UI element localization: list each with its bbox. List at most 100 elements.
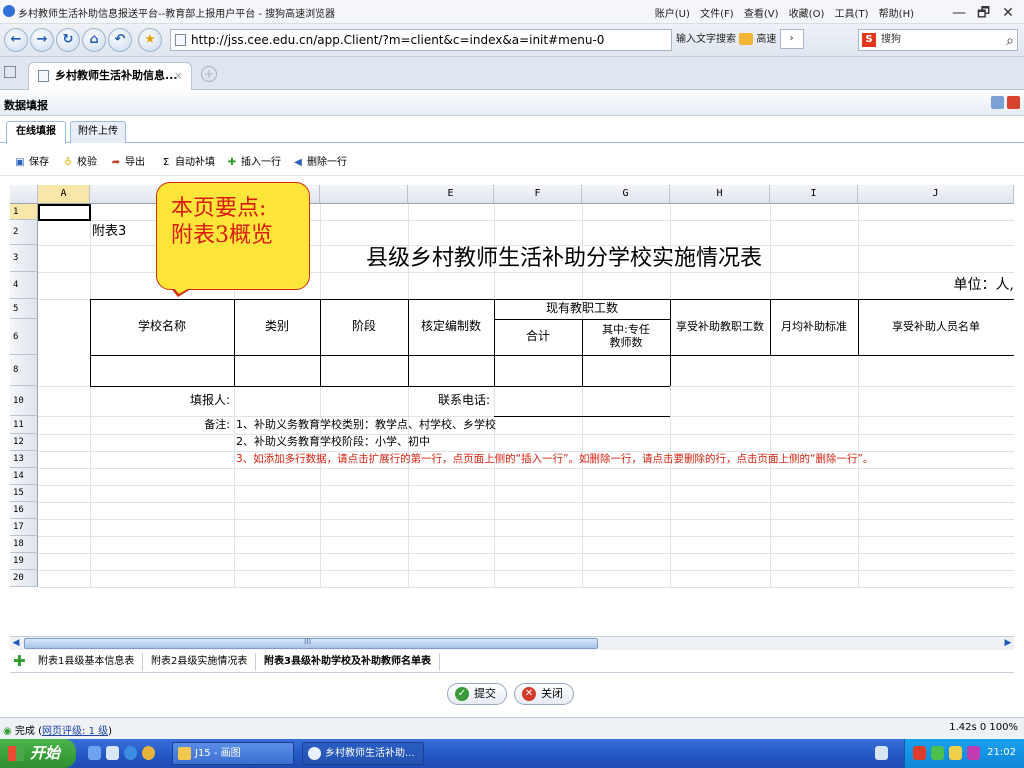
autofill-button[interactable]: Σ 自动补填 <box>160 153 215 168</box>
row-header[interactable]: 1 <box>10 204 38 220</box>
keyboard-icon[interactable] <box>875 746 888 760</box>
close-button[interactable]: ✕ 关闭 <box>514 683 574 705</box>
column-header-a[interactable]: A <box>38 185 90 204</box>
save-button[interactable]: ▣ 保存 <box>14 153 49 168</box>
search-box[interactable]: S 搜狗 ⌕ <box>858 29 1018 51</box>
taskbar-item-paint[interactable]: J15 - 画图 <box>172 742 294 765</box>
active-cell[interactable] <box>38 204 91 221</box>
tray-volume-icon[interactable] <box>949 746 962 760</box>
scroll-left-icon[interactable]: ◀ <box>10 637 22 650</box>
address-bar[interactable]: http://jss.cee.edu.cn/app.Client/?m=clie… <box>170 29 672 51</box>
tray-security-icon[interactable] <box>913 746 926 760</box>
input-school-name[interactable] <box>90 356 234 386</box>
row-header[interactable]: 15 <box>10 485 38 502</box>
row-header[interactable]: 12 <box>10 434 38 451</box>
taskbar-item-browser[interactable]: 乡村教师生活补助... <box>302 742 424 765</box>
validate-button[interactable]: ♁ 校验 <box>62 153 97 168</box>
input-stage[interactable] <box>320 356 408 386</box>
home-icon[interactable]: ⌂ <box>82 28 106 52</box>
page-rating-link[interactable]: 网页评级: 1 级 <box>42 726 108 737</box>
column-header-h[interactable]: H <box>670 185 770 204</box>
insert-row-button[interactable]: ✚ 插入一行 <box>226 153 281 168</box>
row-header[interactable]: 13 <box>10 451 38 468</box>
input-category[interactable] <box>234 356 320 386</box>
menu-help[interactable]: 帮助(H) <box>879 9 914 20</box>
menu-view[interactable]: 查看(V) <box>744 9 779 20</box>
export-button[interactable]: ➦ 导出 <box>110 153 145 168</box>
submit-button[interactable]: ✓ 提交 <box>447 683 507 705</box>
refresh-icon[interactable]: ↻ <box>56 28 80 52</box>
column-header-f[interactable]: F <box>494 185 582 204</box>
header-monthly-standard: 月均补助标准 <box>781 319 847 333</box>
tab-online-fill[interactable]: 在线填报 <box>6 121 66 144</box>
add-sheet-icon[interactable]: ✚ <box>13 652 26 670</box>
quicklaunch-ie-icon[interactable] <box>124 746 137 760</box>
close-panel-icon[interactable] <box>1007 96 1020 109</box>
forward-arrow-button[interactable]: › <box>779 29 804 49</box>
sheet-corner[interactable] <box>10 185 38 204</box>
row-header[interactable]: 5 <box>10 299 38 319</box>
row-header[interactable]: 4 <box>10 272 38 299</box>
row-header[interactable]: 11 <box>10 416 38 434</box>
input-total[interactable] <box>494 356 582 386</box>
speed-mode[interactable]: 高速 <box>756 34 776 45</box>
column-header-i[interactable]: I <box>770 185 858 204</box>
column-header-j[interactable]: J <box>858 185 1014 204</box>
sheet-tab-1[interactable]: 附表1县级基本信息表 <box>30 653 144 671</box>
minimize-button[interactable]: — <box>949 5 969 21</box>
row-header[interactable]: 20 <box>10 570 38 587</box>
row-header[interactable]: 8 <box>10 355 38 386</box>
row-header[interactable]: 18 <box>10 536 38 553</box>
horizontal-scrollbar[interactable]: ◀ III ▶ <box>10 636 1014 650</box>
phone-input[interactable] <box>494 387 670 416</box>
reporter-input[interactable] <box>234 387 408 416</box>
sidebar-toggle-icon[interactable] <box>4 66 16 78</box>
note-item-warning: 3、如添加多行数据，请点击扩展行的第一行，点页面上侧的“插入一行”。如删除一行，… <box>236 453 874 466</box>
save-label: 保存 <box>29 157 49 168</box>
input-fulltime-teachers[interactable] <box>582 356 670 386</box>
quicklaunch-explorer-icon[interactable] <box>106 746 119 760</box>
sheet-tab-2[interactable]: 附表2县级实施情况表 <box>143 653 257 671</box>
search-icon[interactable]: ⌕ <box>1006 31 1014 51</box>
quicklaunch-desktop-icon[interactable] <box>88 746 101 760</box>
tray-network-icon[interactable] <box>931 746 944 760</box>
column-header-g[interactable]: G <box>582 185 670 204</box>
close-window-button[interactable]: ✕ <box>998 5 1018 21</box>
new-tab-icon[interactable]: + <box>201 66 217 82</box>
column-header-e[interactable]: E <box>408 185 494 204</box>
form-actions: ✓ 提交 ✕ 关闭 <box>0 676 1024 716</box>
row-header[interactable]: 19 <box>10 553 38 570</box>
sheet-tab-3[interactable]: 附表3县级补助学校及补助教师名单表 <box>256 653 440 671</box>
menu-file[interactable]: 文件(F) <box>700 9 734 20</box>
forward-icon[interactable]: → <box>30 28 54 52</box>
restore-panel-icon[interactable] <box>991 96 1004 109</box>
row-header[interactable]: 2 <box>10 220 38 245</box>
scroll-right-icon[interactable]: ▶ <box>1002 637 1014 650</box>
favorite-star-icon[interactable]: ★ <box>138 28 162 52</box>
close-tab-icon[interactable]: × <box>174 63 183 89</box>
row-header[interactable]: 14 <box>10 468 38 485</box>
menu-favorites[interactable]: 收藏(O) <box>789 9 825 20</box>
extension-icon[interactable] <box>739 33 754 45</box>
grid-line <box>38 536 1014 537</box>
column-header-d[interactable] <box>320 185 408 204</box>
tab-attachment-upload[interactable]: 附件上传 <box>70 121 126 143</box>
row-header[interactable]: 6 <box>10 319 38 355</box>
status-suffix: ) <box>108 726 113 737</box>
table-border <box>494 416 670 417</box>
menu-account[interactable]: 账户(U) <box>655 9 690 20</box>
row-header[interactable]: 16 <box>10 502 38 519</box>
delete-row-button[interactable]: ◀ 删除一行 <box>292 153 347 168</box>
browser-tab[interactable]: 乡村教师生活补助信息... × <box>28 62 192 90</box>
row-header[interactable]: 17 <box>10 519 38 536</box>
menu-tools[interactable]: 工具(T) <box>835 9 869 20</box>
input-approved-staff[interactable] <box>408 356 494 386</box>
back-icon[interactable]: ← <box>4 28 28 52</box>
start-button[interactable]: 开始 <box>0 739 76 768</box>
row-header[interactable]: 10 <box>10 386 38 416</box>
quicklaunch-media-icon[interactable] <box>142 746 155 760</box>
tray-app-icon[interactable] <box>967 746 980 760</box>
row-header[interactable]: 3 <box>10 245 38 272</box>
restore-button[interactable]: 🗗 <box>974 2 994 26</box>
undo-icon[interactable]: ↶ <box>108 28 132 52</box>
